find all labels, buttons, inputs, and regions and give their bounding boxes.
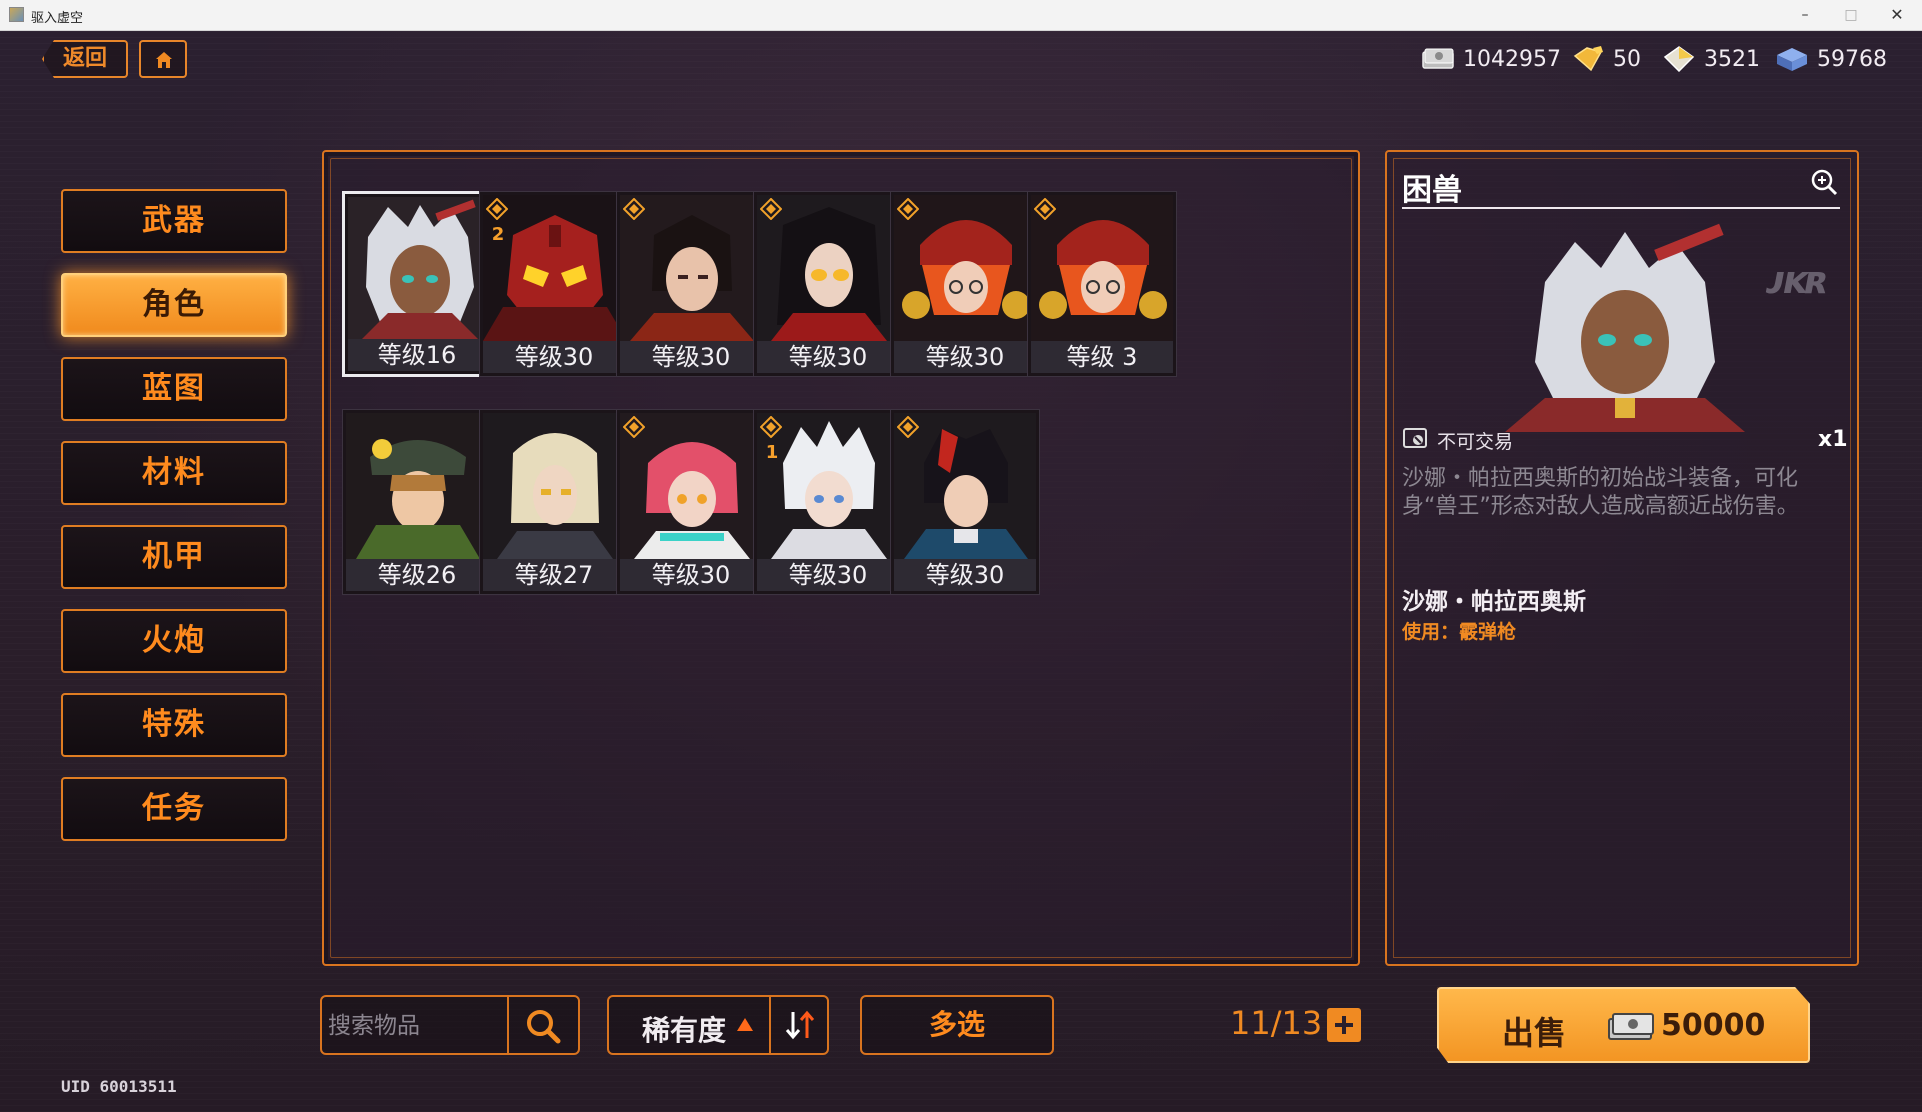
item-quantity: x1 — [1818, 427, 1848, 452]
portrait-image — [348, 197, 486, 343]
brand-watermark: ᴊᴋʀ — [1766, 258, 1830, 302]
item-card[interactable]: 等级 3 — [1027, 191, 1177, 377]
detail-divider — [1402, 207, 1840, 209]
item-card[interactable]: 等级30 — [753, 191, 903, 377]
home-button[interactable] — [139, 40, 187, 78]
portrait-image — [483, 413, 625, 559]
detail-portrait-image — [1505, 223, 1745, 432]
sort-up-arrow-icon — [737, 1018, 753, 1031]
menu-special[interactable]: 特殊 — [61, 693, 287, 757]
item-level: 等级30 — [620, 341, 762, 373]
currency-block-value: 59768 — [1817, 46, 1887, 72]
back-button[interactable]: 返回 — [42, 40, 128, 78]
maximize-button[interactable]: □ — [1828, 0, 1874, 30]
rarity-badge-icon — [897, 416, 919, 438]
currency-crystal-value: 3521 — [1704, 46, 1760, 72]
item-rank-number: 1 — [765, 442, 779, 463]
item-level: 等级30 — [483, 341, 625, 373]
item-card[interactable]: 等级27 — [479, 409, 629, 595]
item-card[interactable]: 等级30 — [890, 191, 1040, 377]
sell-price: 50000 — [1661, 1008, 1766, 1043]
rarity-badge-icon — [760, 416, 782, 438]
cash-icon — [1422, 48, 1454, 69]
home-icon — [156, 52, 172, 68]
item-level: 等级30 — [894, 559, 1036, 591]
item-level: 等级26 — [346, 559, 488, 591]
detail-title: 困兽 — [1402, 173, 1462, 208]
rarity-badge-icon — [623, 416, 645, 438]
item-card[interactable]: 2 等级30 — [479, 191, 629, 377]
multi-select-button[interactable]: 多选 — [860, 995, 1054, 1055]
item-level: 等级30 — [757, 559, 899, 591]
item-card[interactable]: 等级16 — [342, 191, 492, 377]
use-prefix: 使用： — [1402, 621, 1460, 643]
sell-label: 出售 — [1502, 1014, 1567, 1052]
item-level: 等级16 — [348, 339, 486, 371]
currency-crystal: 3521 — [1662, 44, 1760, 74]
menu-blueprint[interactable]: 蓝图 — [61, 357, 287, 421]
menu-mecha[interactable]: 机甲 — [61, 525, 287, 589]
rarity-badge-icon — [486, 198, 508, 220]
item-level: 等级27 — [483, 559, 625, 591]
window-title: 驱入虚空 — [31, 11, 84, 26]
user-id: UID 60013511 — [61, 1077, 177, 1096]
menu-material[interactable]: 材料 — [61, 441, 287, 505]
currency-block: 59768 — [1775, 44, 1887, 74]
cash-icon — [1608, 1013, 1654, 1040]
menu-cannon[interactable]: 火炮 — [61, 609, 287, 673]
rarity-badge-icon — [623, 198, 645, 220]
gold-crystal-icon — [1573, 46, 1603, 72]
item-level: 等级30 — [757, 341, 899, 373]
search-divider — [507, 997, 509, 1053]
rarity-badge-icon — [760, 198, 782, 220]
item-description: 沙娜・帕拉西奥斯的初始战斗装备，可化身“兽王”形态对敌人造成高额近战伤害。 — [1402, 466, 1799, 519]
crystal-icon — [1663, 46, 1695, 72]
no-trade-icon — [1403, 428, 1427, 448]
inventory-capacity: 11/13 — [1230, 1004, 1323, 1042]
currency-cash-value: 1042957 — [1463, 46, 1561, 72]
item-level: 等级30 — [894, 341, 1036, 373]
app-icon — [9, 7, 24, 22]
item-rank-number: 2 — [491, 224, 505, 245]
close-button[interactable]: ✕ — [1874, 0, 1920, 30]
inventory-grid: 等级16 2 等级30 等级30 等级30 等级30 等级 3 等级26 等级2… — [330, 158, 1352, 958]
rarity-divider — [769, 997, 771, 1053]
item-card[interactable]: 等级30 — [616, 191, 766, 377]
currency-gold-value: 50 — [1613, 46, 1641, 72]
item-use: 使用：霰弹枪 — [1402, 617, 1516, 644]
menu-mission[interactable]: 任务 — [61, 777, 287, 841]
zoom-in-icon[interactable] — [1810, 168, 1838, 196]
search-icon[interactable] — [520, 1005, 568, 1047]
item-level: 等级 3 — [1031, 341, 1173, 373]
menu-character[interactable]: 角色 — [61, 273, 287, 337]
item-card[interactable]: 等级30 — [616, 409, 766, 595]
item-level: 等级30 — [620, 559, 762, 591]
rarity-badge-icon — [897, 198, 919, 220]
item-card[interactable]: 等级26 — [342, 409, 492, 595]
use-value: 霰弹枪 — [1459, 621, 1517, 643]
rarity-badge-icon — [1034, 198, 1056, 220]
rarity-sort-label: 稀有度 — [642, 1014, 727, 1047]
menu-weapon[interactable]: 武器 — [61, 189, 287, 253]
item-card[interactable]: 等级30 — [890, 409, 1040, 595]
minimize-button[interactable]: – — [1782, 0, 1828, 30]
window-titlebar: 驱入虚空 – □ ✕ — [0, 0, 1922, 31]
search-input[interactable] — [326, 1001, 506, 1051]
sort-order-icon[interactable] — [780, 1008, 820, 1042]
blue-block-icon — [1777, 48, 1807, 71]
item-owner: 沙娜・帕拉西奥斯 — [1402, 589, 1586, 615]
currency-cash: 1042957 — [1421, 44, 1561, 74]
portrait-image — [346, 413, 488, 559]
trade-status: 不可交易 — [1437, 431, 1514, 453]
currency-gold: 50 — [1571, 44, 1641, 74]
expand-capacity-button[interactable] — [1327, 1008, 1361, 1042]
item-card[interactable]: 1 等级30 — [753, 409, 903, 595]
